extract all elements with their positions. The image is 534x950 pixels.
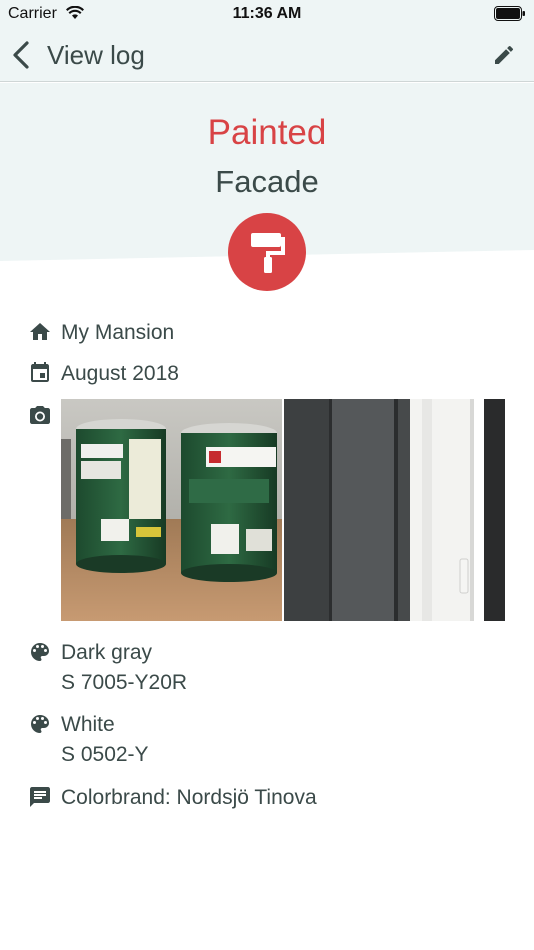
color-row-1: Dark gray S 7005-Y20R bbox=[28, 639, 187, 694]
calendar-icon bbox=[31, 362, 49, 382]
log-object-title: Facade bbox=[215, 164, 319, 199]
back-chevron-icon[interactable] bbox=[10, 40, 34, 70]
log-date: August 2018 bbox=[61, 362, 179, 385]
facade-wall-photo[interactable] bbox=[284, 399, 505, 621]
color-code: S 0502-Y bbox=[61, 743, 149, 766]
note-row: Colorbrand: Nordsjö Tinova bbox=[28, 784, 317, 809]
home-name: My Mansion bbox=[61, 321, 175, 344]
paint-cans-photo[interactable] bbox=[61, 399, 282, 621]
pencil-icon[interactable] bbox=[492, 43, 516, 67]
clock: 11:36 AM bbox=[232, 5, 302, 22]
color-name: Dark gray bbox=[61, 641, 153, 664]
color-code: S 7005-Y20R bbox=[61, 671, 188, 694]
note-text: Colorbrand: Nordsjö Tinova bbox=[61, 786, 317, 809]
photos-row bbox=[28, 403, 52, 428]
status-bar: Carrier 11:36 AM bbox=[0, 0, 534, 28]
palette-icon bbox=[31, 715, 49, 733]
color-name: White bbox=[61, 713, 115, 736]
comment-icon bbox=[30, 787, 50, 807]
date-row: August 2018 bbox=[28, 360, 179, 385]
home-icon bbox=[30, 323, 50, 340]
palette-icon bbox=[31, 643, 49, 661]
back-button-label[interactable]: View log bbox=[47, 40, 145, 71]
battery-icon bbox=[494, 6, 525, 21]
home-row[interactable]: My Mansion bbox=[28, 319, 174, 344]
photo-gallery bbox=[61, 399, 505, 621]
log-header: Painted Facade bbox=[0, 83, 534, 303]
color-row-2: White S 0502-Y bbox=[28, 711, 149, 766]
navigation-bar: View log bbox=[0, 28, 534, 82]
log-action-title: Painted bbox=[207, 113, 327, 152]
camera-icon bbox=[30, 406, 50, 424]
paint-roller-icon bbox=[228, 213, 306, 291]
